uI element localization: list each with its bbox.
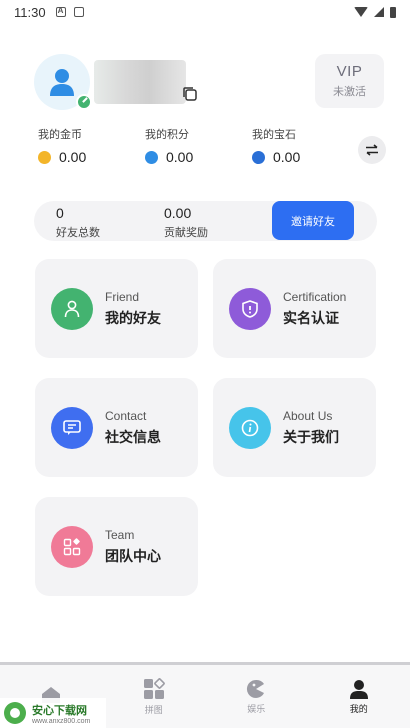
puzzle-icon: [143, 677, 165, 699]
invite-friends-button[interactable]: 邀请好友: [272, 201, 354, 240]
points-star-icon: [145, 150, 158, 164]
vip-status: 未激活: [333, 86, 366, 98]
card-friend[interactable]: Friend 我的好友: [35, 259, 198, 358]
card-cn-label: 团队中心: [105, 547, 161, 564]
watermark: 安心下载网 www.anxz800.com: [0, 698, 106, 728]
nav-label: 娱乐: [247, 703, 266, 714]
person-icon: [51, 287, 93, 330]
card-en-label: Friend: [105, 289, 140, 304]
wallet-label: 我的金币: [38, 129, 82, 141]
exchange-arrows-icon: [366, 144, 378, 156]
nav-label: 我的: [349, 703, 368, 714]
card-cn-label: 我的好友: [105, 309, 161, 326]
chat-icon: [51, 406, 93, 449]
reward-stat: 0.00 贡献奖励: [164, 205, 208, 240]
card-about-us[interactable]: About Us 关于我们: [213, 378, 376, 477]
nav-item-mine[interactable]: 我的: [308, 665, 410, 728]
wallet-label: 我的宝石: [252, 129, 296, 141]
card-en-label: Team: [105, 527, 135, 542]
wallet-label: 我的积分: [145, 129, 189, 141]
nav-item-puzzle[interactable]: 拼图: [103, 665, 206, 728]
nav-item-entertainment[interactable]: 娱乐: [205, 665, 308, 728]
wallet-gold[interactable]: 我的金币 0.00: [38, 126, 86, 165]
card-cn-label: 社交信息: [105, 428, 161, 445]
card-certification[interactable]: Certification 实名认证: [213, 259, 376, 358]
status-bar: 11:30: [0, 0, 410, 24]
signal-icon: [374, 7, 384, 17]
card-en-label: About Us: [283, 408, 333, 423]
wallet-value: 0.00: [166, 149, 194, 165]
edit-avatar-icon[interactable]: [76, 94, 92, 110]
watermark-title: 安心下载网: [32, 704, 87, 717]
team-grid-icon: [51, 525, 93, 568]
wifi-icon: [354, 7, 368, 17]
user-icon: [50, 69, 74, 96]
watermark-logo-icon: [4, 702, 26, 724]
copy-icon[interactable]: [182, 86, 198, 102]
profile-icon: [349, 679, 368, 699]
game-icon: [247, 679, 265, 698]
username-blurred: [94, 60, 186, 104]
status-time: 11:30: [14, 4, 46, 20]
wallet-points[interactable]: 我的积分 0.00: [145, 126, 193, 165]
exchange-button[interactable]: [358, 136, 386, 164]
gold-coin-icon: [38, 150, 51, 164]
shield-icon: [229, 287, 271, 330]
battery-icon: [390, 6, 396, 18]
card-en-label: Contact: [105, 408, 147, 423]
watermark-url: www.anxz800.com: [32, 717, 91, 725]
card-cn-label: 关于我们: [283, 428, 339, 445]
card-en-label: Certification: [283, 289, 347, 304]
avatar[interactable]: [34, 54, 92, 110]
card-team[interactable]: Team 团队中心: [35, 497, 198, 596]
friends-count-label: 好友总数: [56, 227, 100, 239]
vip-box[interactable]: VIP 未激活: [315, 54, 384, 108]
info-icon: [229, 406, 271, 449]
notification-image-icon: [73, 7, 84, 17]
gem-icon: [252, 150, 265, 164]
reward-label: 贡献奖励: [164, 227, 208, 239]
wallet-value: 0.00: [273, 149, 301, 165]
notification-a-icon: [55, 6, 66, 17]
wallet-value: 0.00: [59, 149, 87, 165]
friends-count: 0: [56, 205, 64, 221]
card-contact[interactable]: Contact 社交信息: [35, 378, 198, 477]
vip-label: VIP: [336, 63, 363, 80]
card-cn-label: 实名认证: [283, 309, 339, 326]
wallet-gems[interactable]: 我的宝石 0.00: [252, 126, 300, 165]
friends-count-stat: 0 好友总数: [56, 205, 100, 240]
reward-value: 0.00: [164, 205, 192, 221]
nav-label: 拼图: [144, 704, 163, 715]
